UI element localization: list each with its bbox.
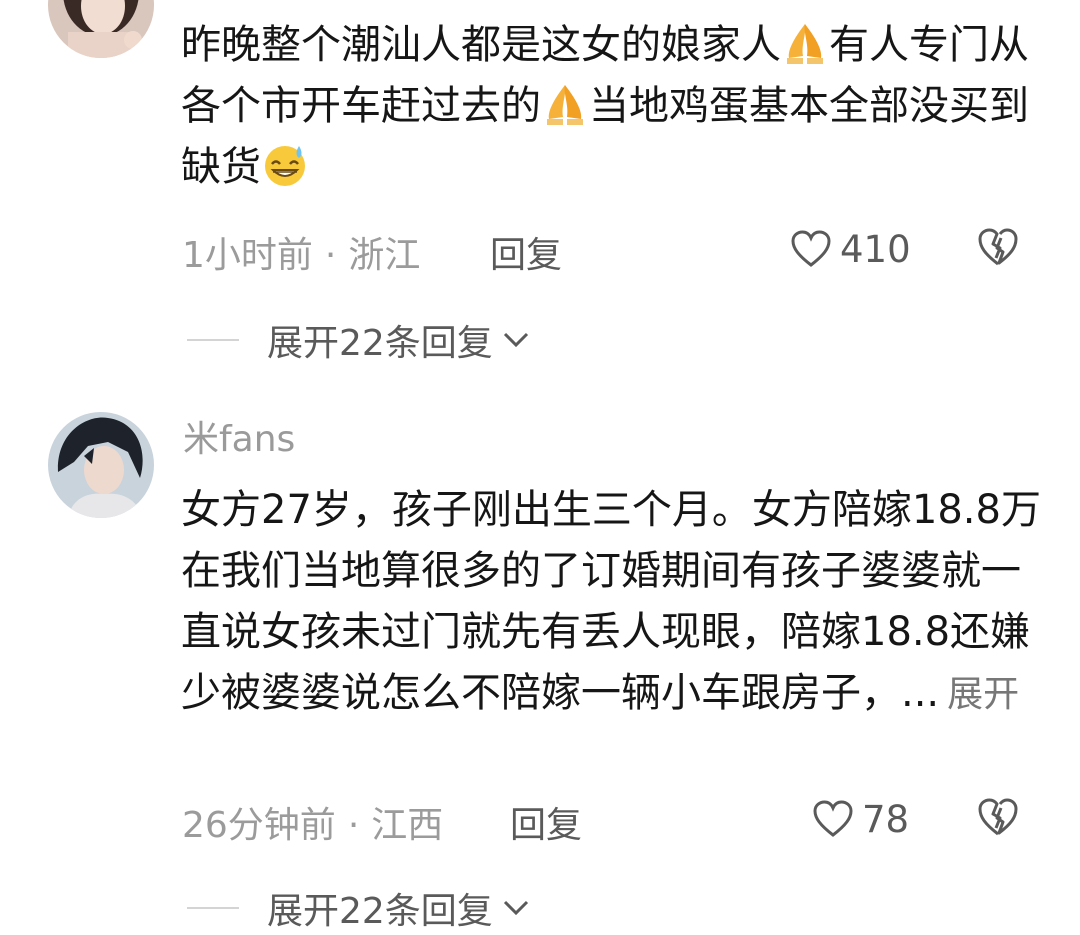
comment-location: 浙江 <box>348 235 421 276</box>
comment-meta: 26分钟前 · 江西 <box>182 796 443 848</box>
expand-text-link[interactable]: 展开 <box>947 674 1019 715</box>
comment-text: 女方27岁，孩子刚出生三个月。女方陪嫁18.8万在我们当地算很多的了订婚期间有孩… <box>181 480 1041 725</box>
comment-time: 26分钟前 <box>182 805 336 846</box>
like-count: 410 <box>840 227 911 271</box>
avatar[interactable] <box>48 412 154 518</box>
expand-replies-button[interactable]: 展开22条回复 <box>187 314 531 366</box>
comment-meta: 1小时前 · 浙江 <box>182 226 420 278</box>
comment-text-content: 女方27岁，孩子刚出生三个月。女方陪嫁18.8万在我们当地算很多的了订婚期间有孩… <box>181 487 1041 716</box>
broken-heart-icon[interactable] <box>976 796 1022 842</box>
heart-outline-icon <box>813 800 853 837</box>
grin-sweat-emoji-icon <box>261 140 309 188</box>
username[interactable]: 米fans <box>183 418 295 462</box>
like-count: 78 <box>862 797 910 841</box>
avatar[interactable] <box>48 0 154 58</box>
reply-button[interactable]: 回复 <box>510 796 582 848</box>
expand-replies-label: 展开22条回复 <box>267 891 493 932</box>
chevron-down-icon <box>503 332 528 348</box>
comment-text-part: 昨晚整个潮汕人都是这女的娘家人 <box>181 22 781 68</box>
reply-button[interactable]: 回复 <box>490 226 562 278</box>
chevron-down-icon <box>503 900 528 916</box>
expand-replies-label: 展开22条回复 <box>267 323 493 364</box>
heart-outline-icon <box>791 230 831 267</box>
comment-time: 1小时前 <box>182 235 313 276</box>
pray-emoji-icon <box>781 18 829 66</box>
divider-line <box>187 339 239 341</box>
separator-dot: · <box>347 805 360 846</box>
comment-2: 米fans 女方27岁，孩子刚出生三个月。女方陪嫁18.8万在我们当地算很多的了… <box>0 400 1080 935</box>
expand-replies-button[interactable]: 展开22条回复 <box>187 882 531 934</box>
comment-location: 江西 <box>371 805 444 846</box>
broken-heart-icon[interactable] <box>976 226 1022 272</box>
comment-1: 昨晚整个潮汕人都是这女的娘家人 有人专门从各个市开车赶过去的 当地鸡蛋基本全部没… <box>0 0 1080 380</box>
like-button[interactable]: 410 <box>790 224 911 274</box>
pray-emoji-icon <box>541 79 589 127</box>
separator-dot: · <box>324 235 337 276</box>
comment-text: 昨晚整个潮汕人都是这女的娘家人 有人专门从各个市开车赶过去的 当地鸡蛋基本全部没… <box>181 15 1041 198</box>
like-button[interactable]: 78 <box>812 794 909 844</box>
divider-line <box>187 907 239 909</box>
